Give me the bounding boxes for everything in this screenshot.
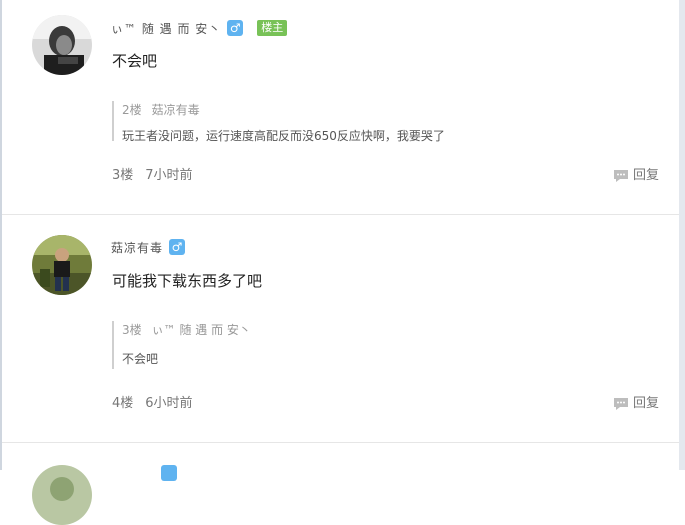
- quoted-reply: 2楼 菇凉有毒 玩王者没问题，运行速度高配反而没650反应快啊，我要哭了: [112, 101, 642, 143]
- reply-label: 回复: [632, 168, 659, 183]
- quote-author[interactable]: 菇凉有毒: [152, 101, 200, 118]
- quoted-reply: 3楼 ぃ™ 随 遇 而 安丶 不会吧: [112, 321, 642, 369]
- post-content: 不会吧: [112, 52, 158, 70]
- post-content: 可能我下载东西多了吧: [112, 272, 263, 290]
- floor-number: 4楼: [112, 396, 134, 411]
- user-info: 菇凉有毒 ♂: [111, 238, 186, 256]
- post-time: 6小时前: [145, 396, 193, 411]
- avatar[interactable]: [32, 15, 92, 75]
- quote-author[interactable]: ぃ™ 随 遇 而 安丶: [152, 321, 251, 338]
- quote-text: 玩王者没问题，运行速度高配反而没650反应快啊，我要哭了: [122, 129, 445, 143]
- scrollbar-track[interactable]: [679, 0, 685, 470]
- reply-post: 菇凉有毒 ♂ 可能我下载东西多了吧 3楼 ぃ™ 随 遇 而 安丶 不会吧 4楼 …: [2, 215, 679, 442]
- quote-floor: 2楼: [122, 103, 142, 117]
- username[interactable]: 菇凉有毒: [111, 239, 163, 256]
- reply-post: ぃ™ 随 遇 而 安丶 ♂ 楼主 不会吧 2楼 菇凉有毒 玩王者没问题，运行速度…: [2, 0, 679, 214]
- quote-text: 不会吧: [122, 352, 159, 366]
- male-gender-icon: [161, 465, 177, 481]
- reply-button[interactable]: 回复: [613, 394, 659, 414]
- username[interactable]: ぃ™ 随 遇 而 安丶: [111, 20, 221, 37]
- floor-number: 3楼: [112, 168, 134, 183]
- user-info: ぃ™ 随 遇 而 安丶 ♂ 楼主: [111, 19, 288, 37]
- male-gender-icon: ♂: [227, 20, 244, 36]
- reply-post: [2, 443, 679, 525]
- op-badge: 楼主: [257, 20, 288, 36]
- male-gender-icon: ♂: [169, 239, 186, 255]
- comment-bubble-icon: [613, 398, 628, 410]
- reply-label: 回复: [632, 396, 659, 411]
- post-footer: 3楼 7小时前 回复: [112, 166, 659, 186]
- avatar[interactable]: [32, 465, 92, 525]
- reply-button[interactable]: 回复: [613, 166, 659, 186]
- avatar[interactable]: [32, 235, 92, 295]
- quote-floor: 3楼: [122, 323, 142, 337]
- post-time: 7小时前: [145, 168, 193, 183]
- post-footer: 4楼 6小时前 回复: [112, 394, 659, 414]
- comment-bubble-icon: [613, 170, 628, 182]
